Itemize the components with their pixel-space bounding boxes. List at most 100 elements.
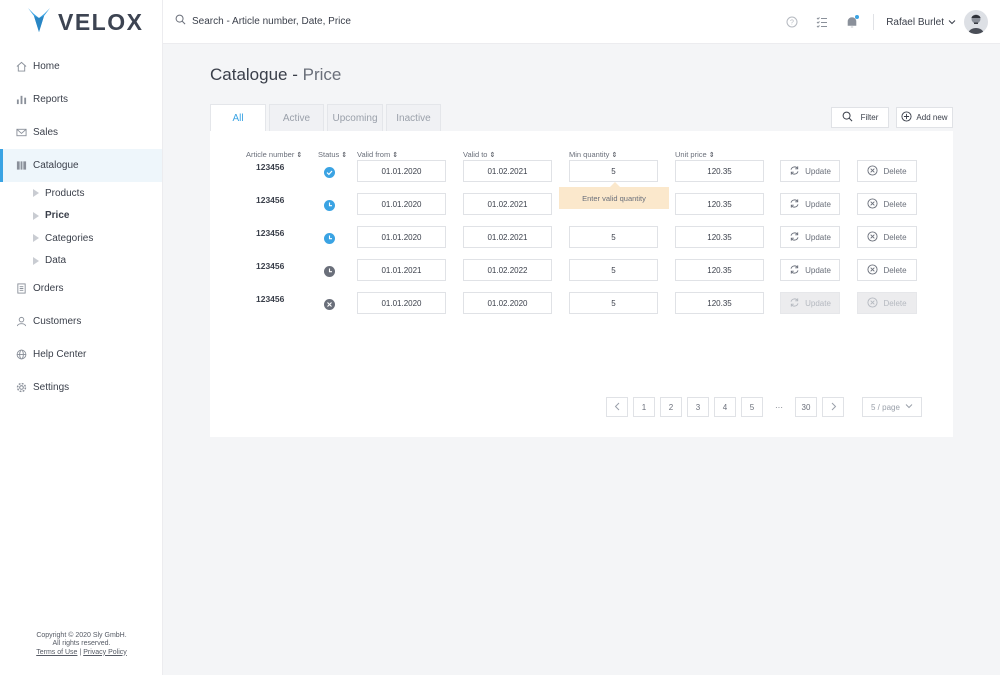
valid-to-input[interactable] — [463, 193, 552, 215]
sort-icon: ⇕ — [392, 152, 399, 159]
logo[interactable]: VELOX — [28, 7, 144, 36]
table-row: 123456 Update Delete — [210, 160, 953, 183]
sidebar-subitem-price[interactable]: Price — [0, 205, 162, 228]
page-button[interactable]: 2 — [660, 397, 682, 417]
sidebar-item-catalogue[interactable]: Catalogue — [0, 149, 162, 182]
valid-to-input[interactable] — [463, 292, 552, 314]
page-button-last[interactable]: 30 — [795, 397, 817, 417]
sort-icon: ⇕ — [489, 152, 496, 159]
page-button[interactable]: 5 — [741, 397, 763, 417]
close-circle-icon — [867, 296, 883, 310]
column-header-label: Valid to — [463, 150, 488, 159]
delete-button[interactable]: Delete — [857, 226, 917, 248]
column-header-valid-to[interactable]: Valid to ⇕ — [463, 150, 495, 159]
chevron-down-icon — [905, 402, 913, 412]
sidebar-item-customers[interactable]: Customers — [0, 305, 162, 338]
sidebar-item-orders[interactable]: Orders — [0, 272, 162, 305]
globe-icon — [16, 349, 27, 360]
delete-button[interactable]: Delete — [857, 160, 917, 182]
add-new-button[interactable]: Add new — [896, 107, 953, 128]
sidebar-item-help[interactable]: Help Center — [0, 338, 162, 371]
valid-from-input[interactable] — [357, 292, 446, 314]
tab-upcoming[interactable]: Upcoming — [327, 104, 383, 131]
sort-icon: ⇕ — [341, 152, 348, 159]
min-quantity-input[interactable] — [569, 292, 658, 314]
sidebar-subitem-categories[interactable]: Categories — [0, 227, 162, 250]
update-button[interactable]: Update — [780, 259, 840, 281]
page-size-select[interactable]: 5 / page — [862, 397, 922, 417]
brand-name: VELOX — [58, 8, 144, 35]
refresh-icon — [789, 231, 805, 244]
privacy-link[interactable]: Privacy Policy — [83, 649, 127, 656]
sidebar-subitem-products[interactable]: Products — [0, 182, 162, 205]
tab-inactive[interactable]: Inactive — [386, 104, 441, 131]
min-quantity-input[interactable] — [569, 226, 658, 248]
caret-right-icon — [33, 256, 39, 265]
page-button[interactable]: 1 — [633, 397, 655, 417]
valid-from-input[interactable] — [357, 193, 446, 215]
delete-button-disabled: Delete — [857, 292, 917, 314]
filter-button[interactable]: Filter — [831, 107, 889, 128]
column-header-unit-price[interactable]: Unit price ⇕ — [675, 150, 715, 159]
table-row: 123456 Update Delete — [210, 292, 953, 315]
refresh-icon — [789, 264, 805, 277]
tab-active[interactable]: Active — [269, 104, 324, 131]
valid-from-input[interactable] — [357, 160, 446, 182]
avatar[interactable] — [964, 10, 988, 34]
sort-icon: ⇕ — [296, 152, 303, 159]
unit-price-input[interactable] — [675, 259, 764, 281]
filter-label: Filter — [860, 113, 879, 122]
column-header-article[interactable]: Article number ⇕ — [246, 150, 302, 159]
column-header-label: Valid from — [357, 150, 391, 159]
sidebar-item-sales[interactable]: Sales — [0, 116, 162, 149]
status-active-icon — [324, 165, 335, 178]
refresh-icon — [789, 297, 805, 310]
bell-icon[interactable] — [845, 15, 860, 29]
unit-price-input[interactable] — [675, 193, 764, 215]
valid-to-input[interactable] — [463, 259, 552, 281]
sidebar-item-label: Reports — [33, 94, 69, 105]
update-button[interactable]: Update — [780, 193, 840, 215]
help-icon[interactable]: ? — [785, 15, 799, 29]
checklist-icon[interactable] — [815, 15, 829, 29]
update-button[interactable]: Update — [780, 160, 840, 182]
sidebar-item-settings[interactable]: Settings — [0, 371, 162, 404]
sidebar-item-reports[interactable]: Reports — [0, 83, 162, 116]
valid-from-input[interactable] — [357, 226, 446, 248]
min-quantity-input[interactable] — [569, 259, 658, 281]
min-quantity-input[interactable] — [569, 160, 658, 182]
sidebar-item-home[interactable]: Home — [0, 50, 162, 83]
page-button[interactable]: 4 — [714, 397, 736, 417]
update-button-disabled: Update — [780, 292, 840, 314]
unit-price-input[interactable] — [675, 292, 764, 314]
column-header-status[interactable]: Status ⇕ — [318, 150, 347, 159]
prev-page-button[interactable] — [606, 397, 628, 417]
tab-all[interactable]: All — [210, 104, 266, 131]
valid-to-input[interactable] — [463, 226, 552, 248]
sidebar-subitem-data[interactable]: Data — [0, 250, 162, 273]
user-menu[interactable]: Rafael Burlet — [886, 17, 956, 28]
unit-price-input[interactable] — [675, 226, 764, 248]
search-icon — [175, 14, 192, 28]
search-input[interactable] — [192, 15, 492, 27]
valid-from-input[interactable] — [357, 259, 446, 281]
refresh-icon — [789, 198, 805, 211]
update-label: Update — [805, 298, 831, 308]
next-page-button[interactable] — [822, 397, 844, 417]
terms-link[interactable]: Terms of Use — [36, 649, 77, 656]
update-button[interactable]: Update — [780, 226, 840, 248]
home-icon — [16, 61, 27, 72]
chevron-down-icon — [948, 20, 956, 25]
page-button[interactable]: 3 — [687, 397, 709, 417]
refresh-icon — [789, 165, 805, 178]
column-header-min-quantity[interactable]: Min quantity ⇕ — [569, 150, 617, 159]
unit-price-input[interactable] — [675, 160, 764, 182]
article-number: 123456 — [256, 261, 285, 271]
pagination-ellipsis[interactable]: ··· — [768, 397, 790, 417]
divider — [873, 14, 875, 30]
column-header-valid-from[interactable]: Valid from ⇕ — [357, 150, 398, 159]
delete-button[interactable]: Delete — [857, 259, 917, 281]
status-tabs: All Active Upcoming Inactive — [210, 104, 444, 131]
valid-to-input[interactable] — [463, 160, 552, 182]
delete-button[interactable]: Delete — [857, 193, 917, 215]
